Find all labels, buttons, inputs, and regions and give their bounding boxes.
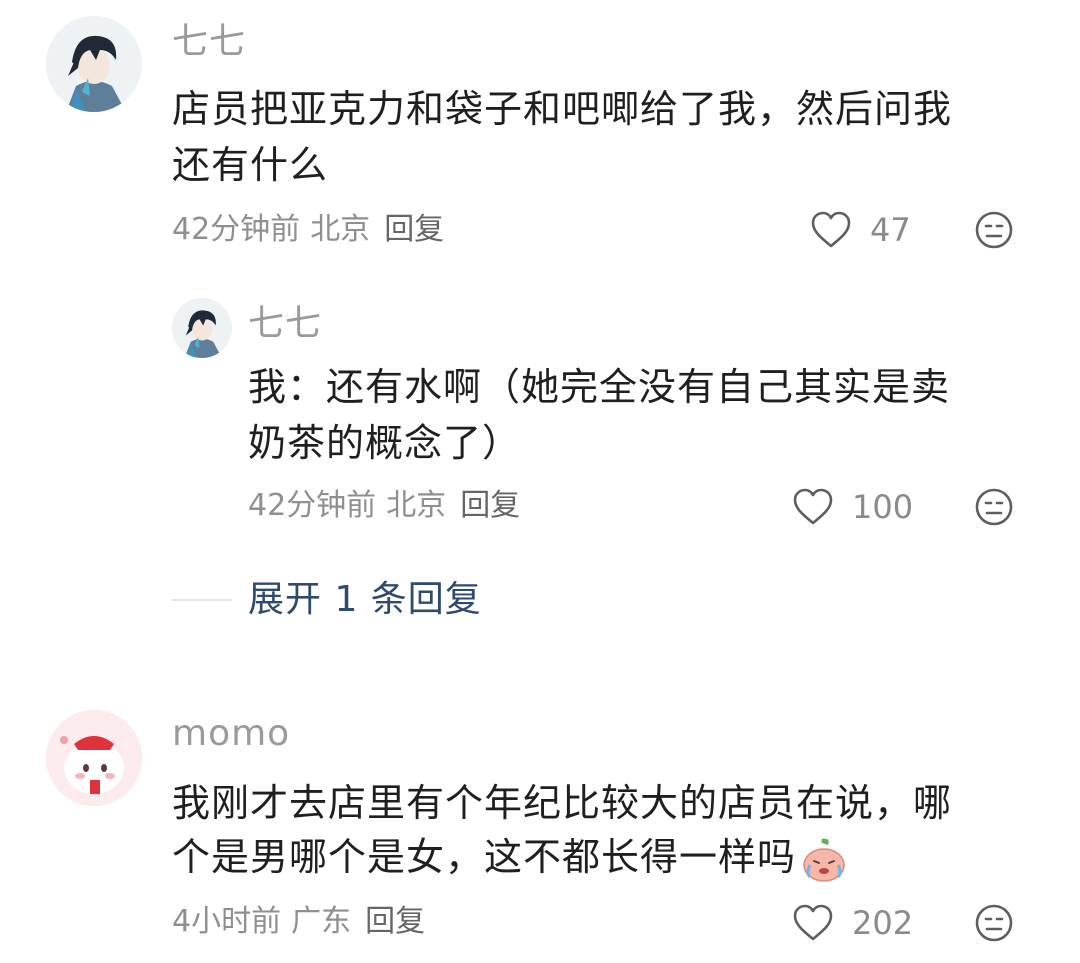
comment-meta: 42分钟前 北京 回复 xyxy=(172,210,444,250)
like-count: 47 xyxy=(870,211,911,249)
reply-location: 北京 xyxy=(386,488,447,523)
comment-text-line: 店员把亚克力和袋子和吧唧给了我，然后问我 xyxy=(172,87,953,131)
comment-text-line: 个是男哪个是女，这不都长得一样吗 xyxy=(172,830,848,884)
reply-time: 42分钟前 xyxy=(248,488,377,523)
expand-divider xyxy=(172,599,232,601)
comment-meta: 4小时前 广东 回复 xyxy=(172,902,425,942)
dislike-face-icon[interactable] xyxy=(974,903,1014,943)
dislike-face-icon[interactable] xyxy=(974,487,1014,527)
comment-time: 4小时前 xyxy=(172,904,282,939)
reply-text-line: 奶茶的概念了） xyxy=(248,421,522,465)
reply-text-line: 我：还有水啊（她完全没有自己其实是卖 xyxy=(248,365,951,409)
heart-outline-icon[interactable] xyxy=(792,903,834,943)
comment-text-line: 我刚才去店里有个年纪比较大的店员在说，哪 xyxy=(172,781,953,825)
comment-text-line-content: 个是男哪个是女，这不都长得一样吗 xyxy=(172,835,797,879)
avatar[interactable] xyxy=(172,298,232,358)
avatar[interactable] xyxy=(46,16,142,112)
dislike-face-icon[interactable] xyxy=(974,210,1014,250)
avatar[interactable] xyxy=(46,710,142,806)
crying-peach-emoji xyxy=(800,837,848,883)
reply-meta: 42分钟前 北京 回复 xyxy=(248,486,520,526)
reply-button[interactable]: 回复 xyxy=(365,904,425,939)
comment-author[interactable]: momo xyxy=(172,712,290,756)
comment-author[interactable]: 七七 xyxy=(172,20,246,64)
reply-button[interactable]: 回复 xyxy=(460,488,520,523)
comment-text-line: 还有什么 xyxy=(172,143,329,187)
like-count: 100 xyxy=(852,488,914,526)
reply-author[interactable]: 七七 xyxy=(248,302,322,346)
comment-location: 广东 xyxy=(291,904,352,939)
heart-outline-icon[interactable] xyxy=(792,487,834,527)
comment-location: 北京 xyxy=(310,212,371,247)
comment-time: 42分钟前 xyxy=(172,212,301,247)
expand-replies-button[interactable]: 展开 1 条回复 xyxy=(248,578,482,622)
reply-button[interactable]: 回复 xyxy=(384,212,444,247)
like-count: 202 xyxy=(852,904,914,942)
heart-outline-icon[interactable] xyxy=(810,210,852,250)
